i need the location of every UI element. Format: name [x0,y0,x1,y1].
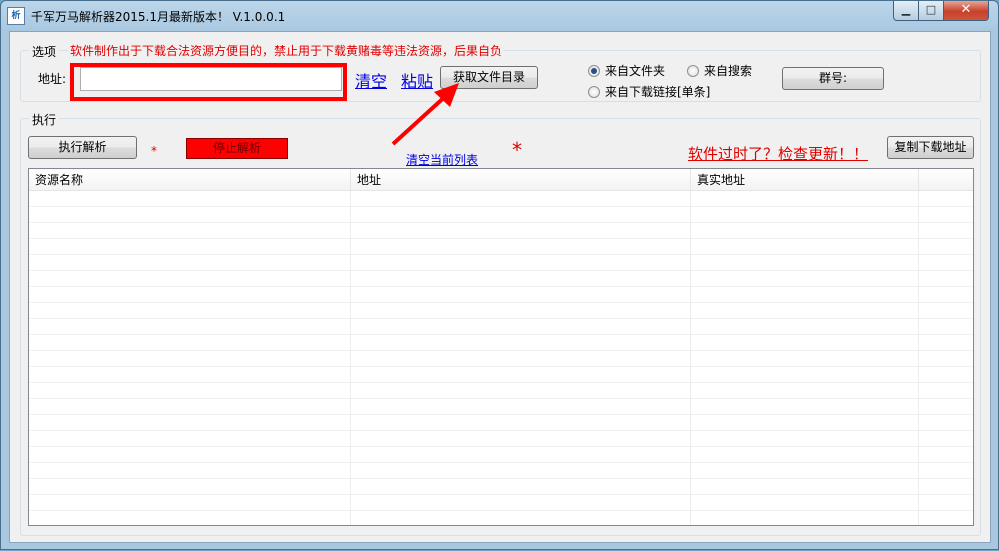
resource-list[interactable]: 资源名称 地址 真实地址 [28,168,974,526]
options-legend: 选项 [29,43,60,60]
copy-download-url-button[interactable]: 复制下载地址 [887,136,974,159]
title-bar[interactable]: 析 千军万马解析器2015.1月最新版本！ V.1.0.0.1 ▁ □ ✕ [1,1,998,31]
radio-from-folder[interactable]: 来自文件夹 [588,62,665,79]
radio-label: 来自搜索 [704,64,753,78]
execute-legend: 执行 [29,111,60,128]
stop-parse-button[interactable]: 停止解析 [186,138,288,159]
radio-unchecked-icon [687,64,699,77]
radio-unchecked-icon [588,85,600,98]
address-input[interactable] [80,67,342,91]
radio-from-search[interactable]: 来自搜索 [687,62,752,79]
check-update-link[interactable]: 软件过时了？检查更新！！ [688,143,868,164]
column-header-resource-name[interactable]: 资源名称 [29,169,351,191]
get-file-directory-button[interactable]: 获取文件目录 [440,66,538,89]
list-rows-area [29,191,973,525]
app-window: 析 千军万马解析器2015.1月最新版本！ V.1.0.0.1 ▁ □ ✕ 选项… [0,0,999,550]
app-icon: 析 [7,7,25,25]
asterisk-mark: * [151,144,157,158]
run-parse-button[interactable]: 执行解析 [28,136,137,159]
window-title: 千军万马解析器2015.1月最新版本！ V.1.0.0.1 [31,10,286,24]
address-label: 地址: [38,72,67,86]
client-area: 选项 软件制作出于下载合法资源方便目的，禁止用于下载黄赌毒等违法资源，后果自负 … [9,31,991,543]
radio-checked-icon [588,64,600,77]
minimize-button[interactable]: ▁ [893,1,919,21]
asterisk-mark-large: * [512,138,522,162]
list-header: 资源名称 地址 真实地址 [29,169,973,191]
clear-current-list-link[interactable]: 清空当前列表 [406,151,478,168]
radio-label: 来自下载链接[单条] [605,85,711,99]
column-header-real-address[interactable]: 真实地址 [691,169,919,191]
column-divider [350,169,351,525]
column-divider [690,169,691,525]
legal-warning: 软件制作出于下载合法资源方便目的，禁止用于下载黄赌毒等违法资源，后果自负 [68,42,505,59]
clear-link[interactable]: 清空 [355,68,387,92]
radio-label: 来自文件夹 [605,64,666,78]
group-number-button[interactable]: 群号: [782,67,884,90]
paste-link[interactable]: 粘贴 [401,68,433,92]
column-header-empty[interactable] [919,169,973,191]
radio-from-download-link[interactable]: 来自下载链接[单条] [588,83,710,100]
maximize-button[interactable]: □ [918,1,944,21]
close-button[interactable]: ✕ [943,1,989,21]
column-header-address[interactable]: 地址 [351,169,691,191]
column-divider [918,169,919,525]
